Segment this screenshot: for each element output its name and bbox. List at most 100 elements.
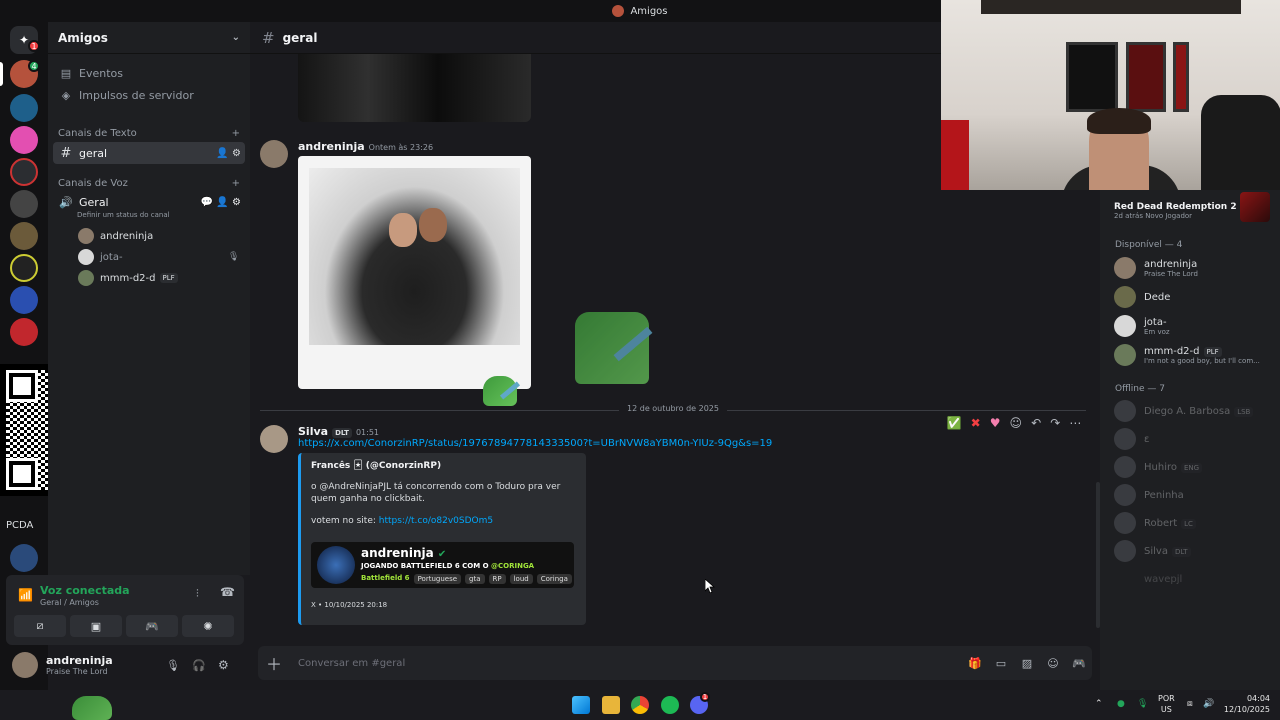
heart-reaction-icon[interactable]: ♥ — [990, 416, 1001, 430]
server-header[interactable]: Amigos ⌄ — [48, 22, 250, 54]
attached-image[interactable] — [298, 156, 531, 389]
server-icon[interactable] — [10, 544, 38, 572]
member-item[interactable]: andreninja Praise The Lord — [1114, 257, 1274, 279]
voice-category[interactable]: Canais de Voz + — [58, 178, 240, 189]
gear-icon[interactable]: ⚙ — [218, 658, 229, 672]
card-tag: Coringa — [536, 574, 572, 584]
language-indicator[interactable]: POR US — [1158, 693, 1175, 715]
signal-icon: 📶 — [18, 588, 33, 602]
spotify-icon[interactable] — [661, 696, 679, 714]
reply-icon[interactable]: ↶ — [1031, 416, 1041, 430]
server-icon[interactable] — [10, 222, 38, 250]
avatar[interactable] — [260, 425, 288, 453]
boosts-item[interactable]: ◈ Impulsos de servidor — [53, 84, 245, 106]
tray-mic-icon[interactable]: 🎙 — [1137, 699, 1148, 709]
user-name[interactable]: andreninja — [46, 654, 113, 667]
events-item[interactable]: ▤ Eventos — [53, 62, 245, 84]
disconnect-icon[interactable]: ☎ — [220, 585, 235, 599]
sticker[interactable] — [575, 312, 653, 384]
add-channel-icon[interactable]: + — [232, 178, 240, 189]
channel-geral[interactable]: # geral 👤 ⚙ — [53, 142, 245, 164]
headphones-icon[interactable]: 🎧 — [192, 659, 206, 672]
avatar[interactable] — [12, 652, 38, 678]
server-icon[interactable] — [10, 126, 38, 154]
invite-icon[interactable]: 👤 ⚙ — [216, 148, 241, 159]
voice-location[interactable]: Geral / Amigos — [40, 598, 99, 607]
gift-icon[interactable]: 🎁 — [962, 657, 988, 670]
server-icon[interactable] — [10, 254, 38, 282]
activity-card[interactable]: Red Dead Redemption 2 2d atrás Novo Joga… — [1114, 190, 1274, 230]
member-status: Em voz — [1144, 327, 1170, 336]
attached-image[interactable] — [298, 54, 531, 122]
gif-icon[interactable]: ▭ — [988, 657, 1014, 670]
user-tag: LSB — [1234, 406, 1254, 417]
server-icon[interactable] — [10, 94, 38, 122]
noise-suppression-icon[interactable]: ⫶ — [196, 587, 199, 601]
text-category[interactable]: Canais de Texto + — [58, 128, 240, 139]
member-item[interactable]: wavepjl — [1114, 568, 1274, 590]
clock-date: 12/10/2025 — [1223, 705, 1270, 714]
member-item[interactable]: Robert LC — [1114, 512, 1274, 534]
add-channel-icon[interactable]: + — [232, 128, 240, 139]
message-author[interactable]: andreninja Ontem às 23:26 — [298, 140, 433, 153]
screen-share-button[interactable]: ▣ — [70, 615, 122, 637]
check-reaction-icon[interactable]: ✅ — [947, 416, 962, 430]
voice-user[interactable]: mmm-d2-d PLF — [78, 268, 178, 288]
file-explorer-icon[interactable] — [602, 696, 620, 714]
cross-reaction-icon[interactable]: ✖ — [971, 416, 981, 430]
sticker-icon[interactable]: ▨ — [1014, 657, 1040, 670]
member-item[interactable]: jota- Em voz — [1114, 315, 1274, 337]
voice-status-hint[interactable]: Definir um status do canal — [77, 211, 170, 219]
member-item[interactable]: Diego A. Barbosa LSB — [1114, 400, 1274, 422]
server-pcda-label[interactable]: PCDA — [6, 520, 33, 531]
voice-channel-actions[interactable]: 💬 👤 ⚙ — [201, 197, 241, 208]
soundboard-button[interactable]: ✺ — [182, 615, 234, 637]
microphone-icon[interactable]: 🎙 — [166, 659, 180, 672]
card-title-highlight: @CORINGA — [491, 562, 535, 570]
server-icon[interactable] — [10, 158, 38, 186]
add-attachment-icon[interactable]: ＋ — [258, 651, 290, 675]
apps-icon[interactable]: 🎮 — [1066, 657, 1092, 670]
network-icon[interactable]: ⧈ — [1187, 699, 1193, 709]
server-icon[interactable] — [10, 190, 38, 218]
tray-status-icon[interactable]: ● — [1117, 699, 1125, 709]
member-name: Silva — [1144, 545, 1168, 557]
sticker[interactable] — [483, 376, 521, 406]
server-icon[interactable] — [10, 286, 38, 314]
member-name: Peninha — [1144, 489, 1184, 501]
voice-channel-geral[interactable]: 🔊 Geral 💬 👤 ⚙ — [53, 191, 245, 213]
tray-chevron-icon[interactable]: ⌃ — [1095, 699, 1103, 709]
forward-icon[interactable]: ↷ — [1050, 416, 1060, 430]
member-item[interactable]: Huhiro ENG — [1114, 456, 1274, 478]
message-author[interactable]: Silva DLT 01:51 — [298, 425, 379, 438]
member-item[interactable]: Dede — [1114, 286, 1274, 308]
embed-card-image[interactable]: andreninja ✔ JOGANDO BATTLEFIELD 6 COM O… — [311, 542, 574, 588]
voice-status[interactable]: Voz conectada — [40, 584, 130, 597]
activities-button[interactable]: 🎮 — [126, 615, 178, 637]
message-link[interactable]: https://x.com/ConorzinRP/status/19767894… — [298, 438, 772, 449]
volume-icon[interactable]: 🔊 — [1203, 699, 1214, 709]
more-icon[interactable]: ⋯ — [1069, 416, 1081, 430]
start-icon[interactable] — [572, 696, 590, 714]
voice-user[interactable]: andreninja — [78, 226, 153, 246]
emoji-icon[interactable]: ☺ — [1040, 657, 1066, 670]
video-button[interactable]: ⧄ — [14, 615, 66, 637]
author-name[interactable]: andreninja — [298, 140, 365, 153]
photo-face — [389, 213, 417, 247]
clock[interactable]: 04:04 12/10/2025 — [1224, 693, 1270, 715]
card-avatar — [317, 546, 355, 584]
add-reaction-icon[interactable]: ☺ — [1010, 416, 1023, 430]
author-name[interactable]: Silva — [298, 425, 328, 438]
member-item[interactable]: Silva DLT — [1114, 540, 1274, 562]
member-item[interactable]: mmm-d2-d PLF I'm not a good boy, but I'll … — [1114, 344, 1274, 366]
channel-name: geral — [79, 146, 108, 160]
member-item[interactable]: ε — [1114, 428, 1274, 450]
embed-link[interactable]: https://t.co/o82v0SDOm5 — [379, 516, 493, 526]
voice-user[interactable]: jota- 🎙 — [78, 247, 239, 267]
server-icon[interactable] — [10, 318, 38, 346]
member-item[interactable]: Peninha — [1114, 484, 1274, 506]
message-input[interactable]: Conversar em #geral — [290, 658, 962, 669]
embed-author[interactable]: Francês 🃏 (@ConorzinRP) — [311, 461, 576, 471]
avatar[interactable] — [260, 140, 288, 168]
chrome-icon[interactable] — [631, 696, 649, 714]
